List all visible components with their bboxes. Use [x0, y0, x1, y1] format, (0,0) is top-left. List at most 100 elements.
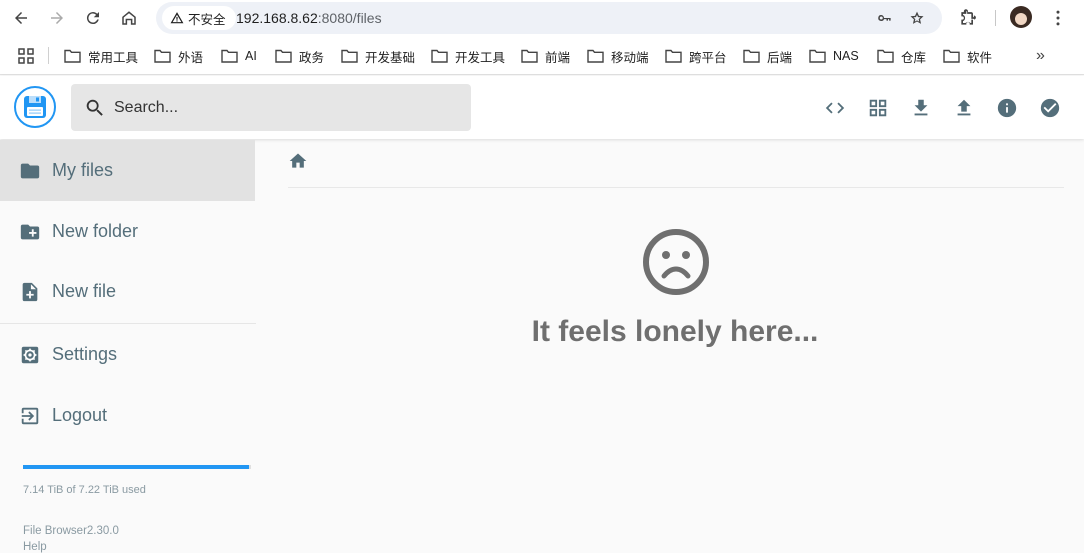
sidebar-item-settings[interactable]: Settings [0, 324, 256, 385]
search-input[interactable] [114, 84, 454, 131]
bookmark-label: 移动端 [611, 50, 649, 65]
bookmark-folder[interactable]: 跨平台 [665, 46, 727, 66]
logout-icon [21, 407, 39, 424]
bookmark-label: 软件 [967, 50, 993, 65]
star-icon[interactable] [908, 9, 926, 27]
bookmark-folder[interactable]: 开发基础 [341, 46, 415, 66]
bookmark-label: 开发工具 [455, 50, 506, 65]
sidebar: My files New folder New file Settings Lo… [0, 140, 256, 553]
check-circle-icon [1040, 98, 1060, 118]
info-icon [997, 98, 1017, 118]
home-button[interactable] [116, 6, 142, 30]
security-chip[interactable]: 不安全 [162, 6, 236, 30]
sidebar-item-new-file[interactable]: New file [0, 261, 256, 322]
bookmarks-separator [48, 47, 49, 64]
bookmarks-overflow-icon[interactable]: » [1036, 47, 1045, 65]
security-label: 不安全 [188, 12, 226, 27]
bookmark-folder[interactable]: 前端 [521, 46, 570, 66]
sidebar-item-new-folder[interactable]: New folder [0, 201, 256, 262]
browser-toolbar: 不安全 192.168.8.62:8080/files [0, 0, 1084, 37]
bookmark-folder[interactable]: 外语 [154, 46, 203, 66]
bookmark-folder[interactable]: 开发工具 [431, 46, 505, 66]
note-add-icon [22, 282, 38, 301]
select-multiple-button[interactable] [1038, 96, 1062, 120]
upload-button[interactable] [952, 96, 976, 120]
bookmark-folder[interactable]: AI [221, 46, 257, 66]
arrow-left-icon [15, 12, 27, 24]
sidebar-item-label: New file [52, 281, 117, 301]
bookmark-label: 开发基础 [365, 50, 416, 65]
bookmark-label: 常用工具 [88, 50, 139, 65]
switch-view-button[interactable] [866, 96, 890, 120]
apps-grid-icon[interactable] [18, 48, 34, 64]
folder-outline-icon [665, 49, 682, 63]
folder-outline-icon [221, 49, 238, 63]
help-link[interactable]: Help [23, 541, 47, 553]
bookmark-folder[interactable]: 移动端 [587, 46, 649, 66]
bookmark-label: 政务 [299, 50, 325, 65]
folder-outline-icon [64, 49, 81, 63]
folder-outline-icon [431, 49, 448, 63]
download-icon [914, 99, 928, 116]
folder-icon [20, 163, 40, 178]
back-button[interactable] [8, 6, 34, 30]
home-icon[interactable] [288, 151, 308, 171]
sidebar-item-my-files[interactable]: My files [0, 140, 255, 201]
floppy-disk-icon [24, 96, 46, 118]
sidebar-item-label: Settings [52, 344, 118, 364]
folder-outline-icon [587, 49, 604, 63]
search-icon [86, 99, 103, 116]
folder-outline-icon [275, 49, 292, 63]
toggle-shell-button[interactable] [823, 96, 847, 120]
address-bar[interactable]: 不安全 192.168.8.62:8080/files [156, 2, 942, 34]
info-button[interactable] [995, 96, 1019, 120]
storage-usage-fill [23, 465, 249, 469]
bookmarks-bar: 常用工具 外语 AI 政务 开发基础 开发工具 前端 移动端 跨平台 后端 NA… [0, 37, 1084, 75]
extensions-icon[interactable] [958, 8, 978, 28]
folder-outline-icon [943, 49, 960, 63]
toolbar-divider [995, 10, 996, 26]
bookmark-label: 后端 [767, 50, 793, 65]
create-folder-icon [20, 224, 40, 239]
home-outline-icon [122, 11, 136, 25]
folder-outline-icon [809, 49, 826, 63]
bookmark-folder[interactable]: 仓库 [877, 46, 926, 66]
warning-icon [170, 12, 184, 24]
bookmark-label: 外语 [178, 50, 204, 65]
arrow-right-icon [51, 12, 63, 24]
avatar-face [1015, 13, 1027, 25]
download-button[interactable] [909, 96, 933, 120]
sad-face-icon [643, 229, 709, 295]
bookmark-folder[interactable]: 软件 [943, 46, 992, 66]
search-box[interactable] [71, 84, 471, 131]
bookmark-label: AI [245, 49, 257, 63]
bookmark-folder[interactable]: 常用工具 [64, 46, 138, 66]
sidebar-item-logout[interactable]: Logout [0, 385, 256, 446]
reload-icon [86, 12, 99, 25]
breadcrumb-divider [288, 187, 1064, 188]
folder-outline-icon [154, 49, 171, 63]
sidebar-item-label: New folder [52, 221, 139, 241]
view-module-icon [869, 99, 887, 117]
sidebar-item-label: Logout [52, 405, 108, 425]
bookmark-folder[interactable]: NAS [809, 46, 859, 66]
reload-button[interactable] [80, 6, 106, 30]
bookmark-label: 跨平台 [689, 50, 727, 65]
upload-icon [957, 99, 971, 116]
sidebar-item-label: My files [52, 160, 114, 180]
profile-avatar[interactable] [1010, 6, 1032, 28]
bookmark-label: NAS [833, 49, 859, 63]
more-vert-icon[interactable] [1048, 8, 1068, 28]
key-icon[interactable] [876, 9, 894, 27]
bookmark-folder[interactable]: 后端 [743, 46, 792, 66]
settings-icon [21, 346, 39, 363]
app-logo[interactable] [14, 86, 56, 128]
url-text: 192.168.8.62:8080/files [236, 10, 382, 26]
forward-button[interactable] [44, 6, 70, 30]
bookmark-label: 前端 [545, 50, 571, 65]
folder-outline-icon [877, 49, 894, 63]
folder-outline-icon [341, 49, 358, 63]
bookmark-folder[interactable]: 政务 [275, 46, 324, 66]
code-icon [825, 102, 845, 114]
empty-message: It feels lonely here... [531, 315, 819, 348]
